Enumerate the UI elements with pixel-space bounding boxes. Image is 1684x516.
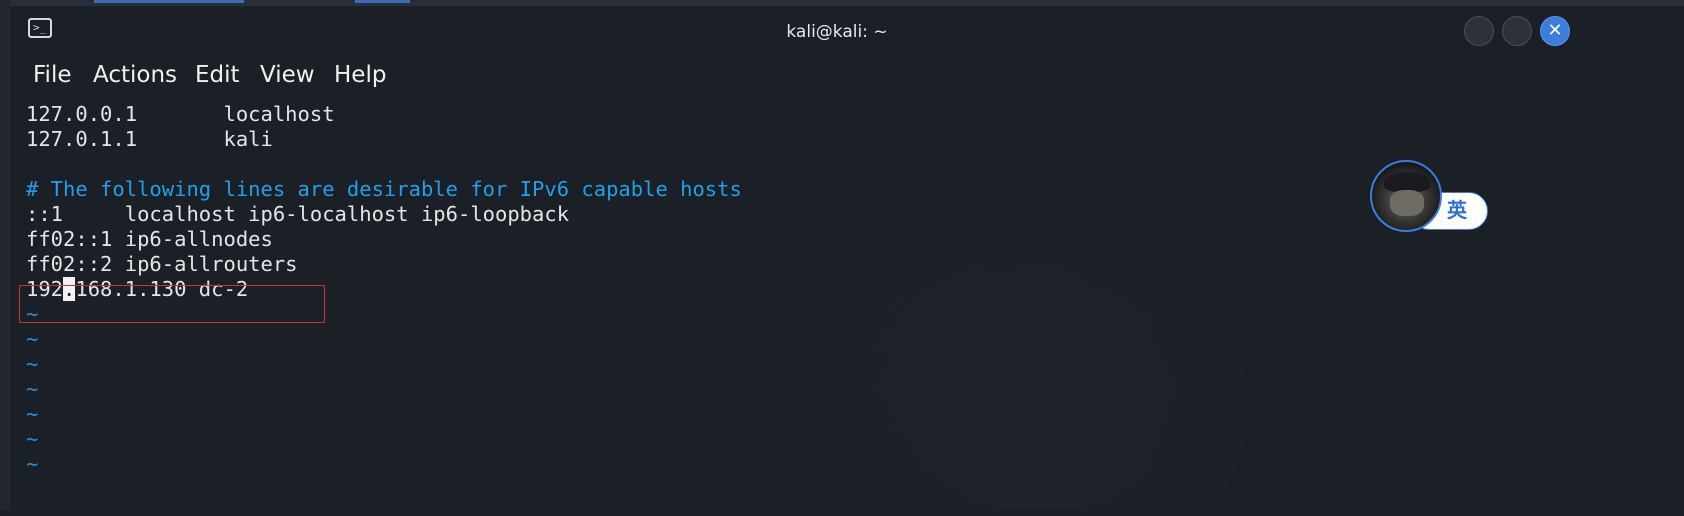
ime-floating-widget[interactable]: 英 [1370, 160, 1490, 232]
window-title: kali@kali: ~ [786, 22, 888, 42]
empty-line-tilde: ~ [26, 427, 39, 451]
menu-actions[interactable]: Actions [93, 62, 177, 88]
editor-comment-line: # The following lines are desirable for … [26, 177, 742, 201]
title-bar: >_ kali@kali: ~ ✕ [10, 6, 1684, 56]
editor-line: ::1 localhost ip6-localhost ip6-loopback [26, 202, 570, 226]
menu-file[interactable]: File [33, 62, 72, 88]
maximize-button[interactable] [1502, 16, 1532, 46]
editor-line: 127.0.0.1 localhost [26, 102, 335, 126]
close-icon: ✕ [1547, 20, 1563, 41]
close-button[interactable]: ✕ [1540, 16, 1570, 46]
menu-edit[interactable]: Edit [195, 62, 240, 88]
avatar-face-shape [1390, 190, 1424, 216]
ime-avatar[interactable] [1370, 160, 1442, 232]
empty-line-tilde: ~ [26, 452, 39, 476]
avatar-hat-shape [1384, 172, 1430, 192]
background-tab-indicator [355, 0, 410, 3]
ime-language-label[interactable]: 英 [1442, 195, 1472, 225]
empty-line-tilde: ~ [26, 402, 39, 426]
background-left-edge [0, 0, 10, 511]
annotation-highlight-box [19, 285, 325, 323]
minimize-button[interactable] [1464, 16, 1494, 46]
empty-line-tilde: ~ [26, 377, 39, 401]
empty-line-tilde: ~ [26, 327, 39, 351]
menu-view[interactable]: View [260, 62, 315, 88]
editor-line: ff02::2 ip6-allrouters [26, 252, 298, 276]
background-tab-indicator [94, 0, 244, 3]
editor-line: 127.0.1.1 kali [26, 127, 273, 151]
terminal-window: >_ kali@kali: ~ ✕ File Actions Edit View… [10, 6, 1684, 511]
menu-help[interactable]: Help [334, 62, 386, 88]
editor-line: ff02::1 ip6-allnodes [26, 227, 273, 251]
empty-line-tilde: ~ [26, 352, 39, 376]
